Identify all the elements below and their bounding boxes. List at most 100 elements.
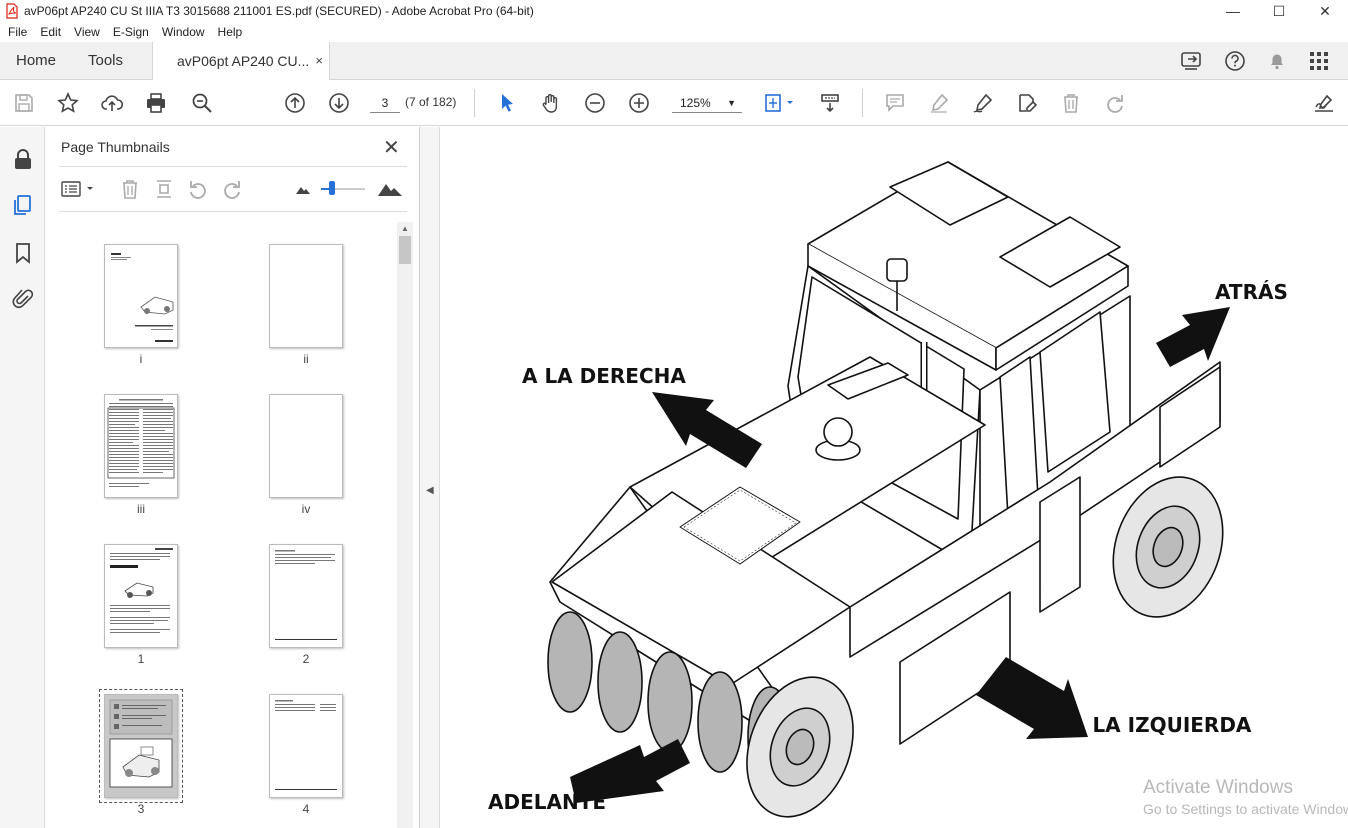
document-view[interactable]: ATRÁS A LA DERECHA A LA IZQUIERDA ADELAN… (440, 127, 1348, 828)
divider (59, 166, 407, 167)
apps-grid-icon[interactable] (1308, 50, 1330, 72)
forward-direction-label: ADELANTE (488, 790, 607, 814)
thumbnail-page-2[interactable] (269, 544, 343, 648)
menu-view[interactable]: View (74, 25, 100, 39)
thumbnail-page-iii[interactable] (104, 394, 178, 498)
collapse-left-icon[interactable]: ◀ (426, 485, 434, 496)
menu-edit[interactable]: Edit (40, 25, 61, 39)
menu-help[interactable]: Help (218, 25, 243, 39)
redo-icon[interactable] (1103, 91, 1127, 115)
page-preview (111, 253, 174, 342)
fill-sign-icon[interactable] (1015, 91, 1039, 115)
thumbnail-page-ii[interactable] (269, 244, 343, 348)
previous-page-icon[interactable] (283, 91, 307, 115)
minimize-button[interactable]: — (1210, 0, 1256, 22)
close-window-button[interactable]: ✕ (1302, 0, 1348, 22)
hand-tool-icon[interactable] (539, 91, 563, 115)
thumbnail-label: ii (303, 352, 309, 366)
zoom-search-icon[interactable] (190, 91, 214, 115)
thumbnail-label: iii (137, 502, 145, 516)
acrobat-pdf-icon (6, 3, 18, 19)
tab-close-icon[interactable]: × (315, 42, 323, 80)
sign-pen-icon[interactable] (1312, 91, 1336, 115)
title-bar: avP06pt AP240 CU St IIIA T3 3015688 2110… (0, 0, 1348, 22)
thumbnail-label: i (139, 352, 143, 366)
slider-handle[interactable] (329, 181, 335, 195)
page-preview (105, 695, 177, 797)
right-direction-label: A LA DERECHA (522, 364, 686, 388)
delete-trash-icon[interactable] (1059, 91, 1083, 115)
divider (59, 211, 407, 212)
help-icon[interactable] (1224, 50, 1246, 72)
print-icon[interactable] (144, 91, 168, 115)
delete-pages-icon[interactable] (119, 178, 141, 200)
thumbnail-toolbar (59, 175, 407, 205)
next-page-icon[interactable] (327, 91, 351, 115)
options-menu-icon[interactable] (61, 179, 97, 199)
tab-tools[interactable]: Tools (88, 42, 123, 80)
panel-title: Page Thumbnails (61, 139, 170, 155)
zoom-out-icon[interactable] (583, 91, 607, 115)
thumbnail-list: i ii iii iv 1 2 3 4 (59, 237, 397, 828)
tab-document[interactable]: avP06pt AP240 CU... × (152, 42, 330, 81)
share-screen-icon[interactable] (1180, 50, 1204, 72)
page-preview (275, 550, 337, 640)
thumbnail-label: 4 (302, 802, 310, 816)
scrollbar-thumb[interactable] (399, 236, 411, 264)
thumbnail-label: iv (301, 502, 311, 516)
page-thumbnails-icon[interactable] (11, 193, 35, 217)
page-count-label: (7 of 182) (405, 95, 457, 109)
menu-file[interactable]: File (8, 25, 27, 39)
thumbnail-page-4[interactable] (269, 694, 343, 798)
small-thumbnail-mountain-icon[interactable] (295, 183, 311, 195)
left-direction-label: A LA IZQUIERDA (1070, 713, 1252, 737)
page-preview (107, 399, 175, 487)
window-title: avP06pt AP240 CU St IIIA T3 3015688 2110… (24, 4, 534, 18)
menu-esign[interactable]: E-Sign (113, 25, 149, 39)
panel-collapse-handle[interactable]: ◀ (420, 127, 440, 828)
zoom-in-icon[interactable] (627, 91, 651, 115)
zoom-level-select[interactable]: 125% ▼ (672, 93, 742, 113)
bookmarks-icon[interactable] (11, 241, 35, 265)
close-panel-icon[interactable]: ✕ (383, 135, 400, 160)
page-number-input[interactable]: 3 (370, 93, 400, 113)
rotate-clockwise-icon[interactable] (221, 178, 243, 200)
main-toolbar: 3 (7 of 182) 125% ▼ (0, 80, 1348, 126)
page-preview (110, 548, 173, 633)
thumbnail-scrollbar[interactable]: ▲ (397, 222, 413, 828)
rear-direction-label: ATRÁS (1215, 280, 1288, 304)
thumbnail-label: 3 (137, 802, 145, 816)
extract-pages-icon[interactable] (153, 178, 175, 200)
comment-icon[interactable] (883, 91, 907, 115)
upload-cloud-icon[interactable] (100, 91, 124, 115)
activate-windows-subtitle: Go to Settings to activate Windows. (1143, 801, 1348, 817)
thumbnail-page-1[interactable] (104, 544, 178, 648)
activate-windows-title: Activate Windows (1143, 777, 1293, 798)
chevron-down-icon: ▼ (727, 98, 736, 108)
page-thumbnails-panel: Page Thumbnails ✕ i ii iii iv 1 2 3 4 ▲ (45, 127, 420, 828)
thumbnail-page-iv[interactable] (269, 394, 343, 498)
toolbar-divider (862, 89, 863, 117)
left-navigation-rail (0, 127, 45, 828)
save-icon[interactable] (12, 91, 36, 115)
tab-bar: Home Tools avP06pt AP240 CU... × (0, 42, 1348, 81)
fit-page-icon[interactable] (762, 91, 798, 115)
tab-document-label: avP06pt AP240 CU... (177, 53, 310, 69)
highlight-pen-icon[interactable] (927, 91, 951, 115)
bookmark-star-icon[interactable] (56, 91, 80, 115)
rotate-counterclockwise-icon[interactable] (187, 178, 209, 200)
large-thumbnail-mountain-icon[interactable] (377, 179, 403, 197)
draw-pen-icon[interactable] (971, 91, 995, 115)
scrolling-mode-icon[interactable] (818, 91, 842, 115)
attachments-paperclip-icon[interactable] (11, 287, 35, 311)
select-cursor-icon[interactable] (495, 91, 519, 115)
maximize-button[interactable]: ☐ (1256, 0, 1302, 22)
menu-window[interactable]: Window (162, 25, 205, 39)
tab-home[interactable]: Home (16, 42, 56, 80)
menu-bar: File Edit View E-Sign Window Help (0, 22, 1348, 42)
notifications-bell-icon[interactable] (1266, 50, 1288, 72)
scroll-up-icon[interactable]: ▲ (401, 224, 409, 233)
thumbnail-page-i[interactable] (104, 244, 178, 348)
thumbnail-page-3[interactable] (99, 689, 183, 803)
lock-icon[interactable] (11, 147, 35, 171)
